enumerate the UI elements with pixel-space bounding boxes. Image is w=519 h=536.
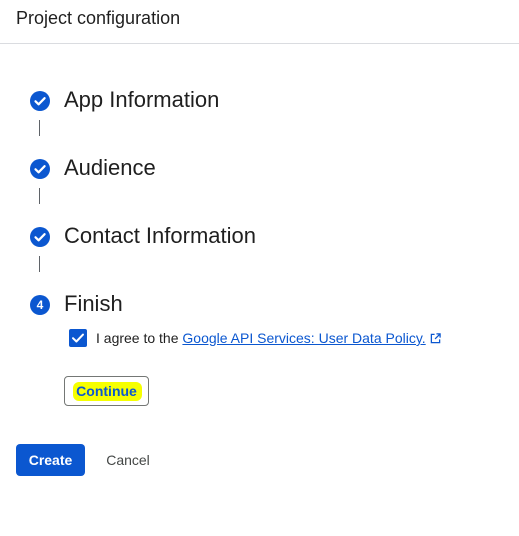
create-button[interactable]: Create — [16, 444, 85, 476]
check-icon — [72, 333, 84, 343]
agreement-prefix: I agree to the — [96, 330, 183, 346]
step-label: Audience — [64, 155, 156, 180]
continue-button[interactable]: Continue — [64, 376, 149, 406]
agreement-text: I agree to the Google API Services: User… — [96, 330, 441, 346]
check-circle-icon — [30, 227, 50, 247]
step-connector — [39, 256, 40, 272]
step-number-badge: 4 — [30, 295, 50, 315]
agree-checkbox[interactable] — [69, 329, 87, 347]
panel-header: Project configuration — [0, 0, 519, 44]
step-label: Finish — [64, 291, 123, 316]
check-circle-icon — [30, 91, 50, 111]
user-data-policy-link[interactable]: Google API Services: User Data Policy. — [182, 330, 425, 346]
step-connector — [39, 188, 40, 204]
open-in-new-icon[interactable] — [430, 333, 441, 344]
check-circle-icon — [30, 159, 50, 179]
step-label: App Information — [64, 87, 220, 112]
cancel-button[interactable]: Cancel — [98, 444, 158, 476]
step-label: Contact Information — [64, 223, 256, 248]
page-title: Project configuration — [16, 8, 181, 28]
step-number: 4 — [36, 298, 44, 312]
continue-label: Continue — [76, 383, 137, 399]
step-connector — [39, 120, 40, 136]
project-configuration-panel: Project configuration App Information Au… — [0, 0, 519, 536]
